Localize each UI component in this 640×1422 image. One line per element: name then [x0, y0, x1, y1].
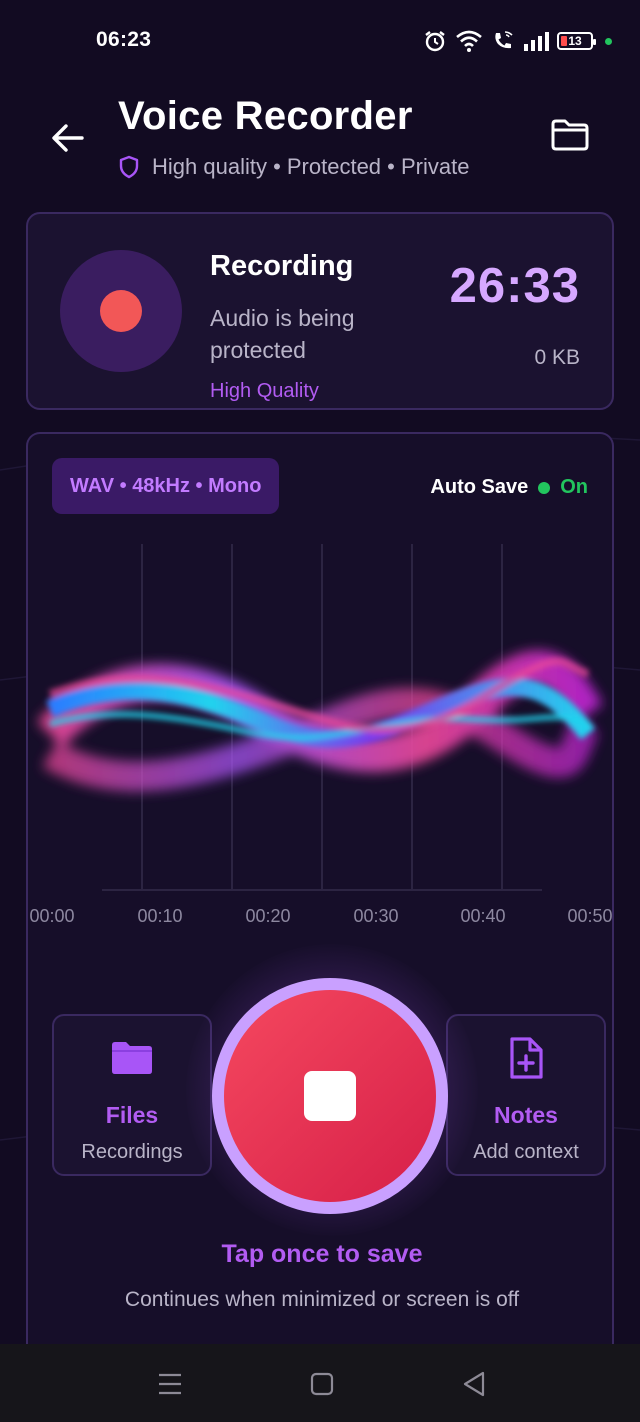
back-button[interactable]	[48, 118, 88, 158]
notes-title: Notes	[494, 1102, 558, 1128]
hint-title: Tap once to save	[221, 1240, 423, 1268]
privacy-indicator-dot	[605, 37, 612, 45]
subtitle-row: High quality • Protected • Private	[118, 154, 469, 180]
autosave-label: Auto Save	[430, 476, 529, 498]
nav-home-button[interactable]	[302, 1366, 342, 1402]
record-dot-icon	[100, 290, 142, 332]
stop-recording-button[interactable]	[212, 978, 448, 1214]
timeline-tick: 00:10	[137, 906, 183, 926]
shield-icon	[119, 155, 139, 179]
home-icon	[310, 1372, 334, 1396]
folder-button[interactable]	[550, 118, 594, 158]
signal-icon	[524, 32, 549, 51]
battery-icon: 13	[557, 32, 596, 50]
timeline-tick: 00:40	[460, 906, 506, 926]
format-badge: WAV • 48kHz • Mono	[52, 458, 280, 514]
folder-icon	[551, 119, 589, 151]
timeline-tick: 00:00	[29, 906, 75, 926]
recording-description: Audio is being protected	[210, 305, 355, 363]
back-icon	[463, 1371, 485, 1397]
battery-level: 13	[568, 34, 582, 48]
recording-quality: High Quality	[210, 380, 319, 402]
wifi-call-icon	[495, 31, 513, 49]
stop-icon	[304, 1071, 356, 1121]
recording-timer: 26:33	[449, 259, 580, 313]
status-time: 06:23	[96, 28, 152, 51]
page-title: Voice Recorder	[118, 94, 413, 138]
files-subtitle: Recordings	[81, 1141, 183, 1163]
status-icons: 13	[423, 28, 612, 54]
back-arrow-icon	[52, 124, 84, 152]
system-nav-bar	[0, 1344, 640, 1422]
waveform-visualizer	[37, 544, 604, 891]
menu-icon	[159, 1373, 181, 1395]
folder-icon	[112, 1042, 152, 1074]
timeline-tick: 00:20	[245, 906, 291, 926]
nav-back-button[interactable]	[454, 1366, 494, 1402]
autosave-dot-icon	[538, 481, 551, 494]
files-title: Files	[105, 1102, 159, 1128]
recorder-panel: WAV • 48kHz • Mono Auto Save On 00:00 00…	[26, 432, 614, 1372]
timeline-tick: 00:50	[567, 906, 613, 926]
autosave-status[interactable]: Auto Save On	[430, 476, 588, 499]
note-add-icon	[510, 1037, 543, 1079]
autosave-value: On	[560, 476, 588, 498]
recording-title: Recording	[210, 250, 354, 282]
alarm-icon	[425, 31, 445, 52]
record-indicator	[60, 250, 182, 372]
hint-subtitle: Continues when minimized or screen is of…	[124, 1288, 520, 1311]
wifi-icon	[456, 30, 482, 52]
recording-status-card: Recording Audio is being protected High …	[26, 212, 614, 410]
recording-size: 0 KB	[534, 346, 580, 369]
timeline-axis: 00:00 00:10 00:20 00:30 00:40 00:50	[28, 906, 616, 930]
notes-subtitle: Add context	[473, 1141, 579, 1163]
timeline-tick: 00:30	[353, 906, 399, 926]
nav-menu-button[interactable]	[150, 1366, 190, 1402]
status-bar: 06:23 13	[0, 0, 640, 80]
subtitle-text: High quality • Protected • Private	[152, 154, 470, 179]
